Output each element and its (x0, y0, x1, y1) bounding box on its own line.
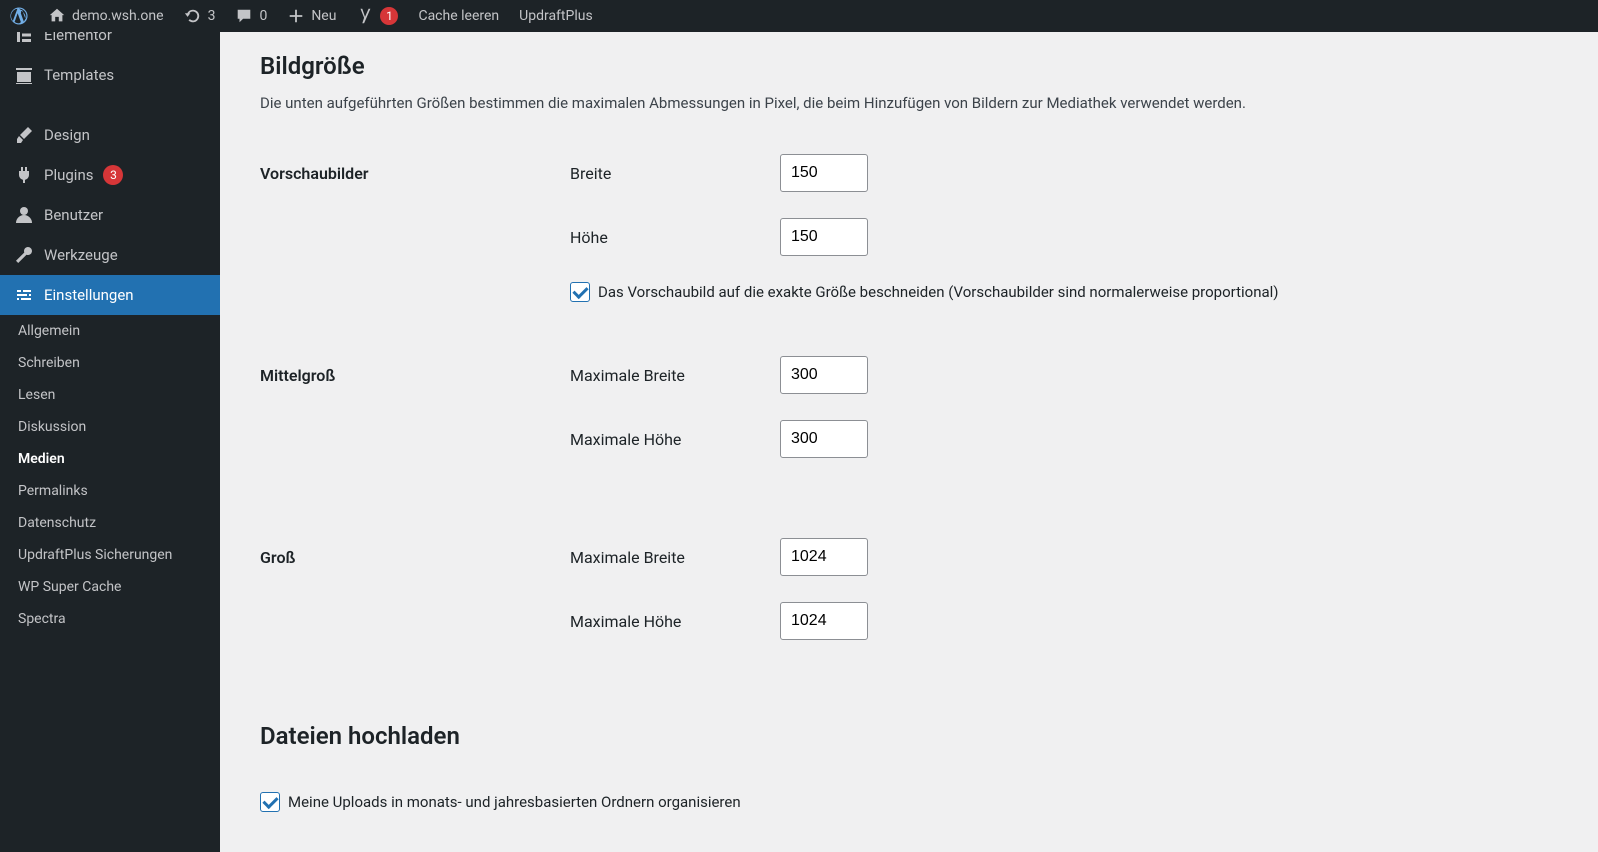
cache-clear-label: Cache leeren (418, 8, 499, 24)
elementor-icon (14, 32, 34, 45)
row-label-thumbnail: Vorschaubilder (260, 146, 570, 348)
label-max-height-large: Maximale Höhe (570, 612, 780, 631)
sidebar-item-label: Benutzer (44, 206, 103, 224)
admin-sidebar: Elementor Templates Design Plugins 3 (0, 32, 220, 852)
site-name: demo.wsh.one (72, 8, 164, 24)
new-link[interactable]: Neu (277, 0, 346, 32)
sidebar-item-label: Templates (44, 66, 114, 84)
plugin-icon (14, 165, 34, 185)
submenu-writing[interactable]: Schreiben (0, 347, 220, 379)
settings-media-content: Bildgröße Die unten aufgeführten Größen … (220, 32, 1598, 852)
sidebar-item-label: Plugins (44, 166, 93, 184)
image-size-description: Die unten aufgeführten Größen bestimmen … (260, 94, 1572, 112)
wrench-icon (14, 245, 34, 265)
comments-link[interactable]: 0 (225, 0, 277, 32)
submenu-spectra[interactable]: Spectra (0, 603, 220, 635)
input-thumb-height[interactable] (780, 218, 868, 256)
row-label-medium: Mittelgroß (260, 348, 570, 530)
heading-upload: Dateien hochladen (260, 722, 1572, 750)
updates-count: 3 (208, 8, 216, 24)
heading-image-size: Bildgröße (260, 52, 1572, 80)
settings-submenu: Allgemein Schreiben Lesen Diskussion Med… (0, 315, 220, 635)
input-thumb-width[interactable] (780, 154, 868, 192)
submenu-updraft[interactable]: UpdraftPlus Sicherungen (0, 539, 220, 571)
brush-icon (14, 125, 34, 145)
label-max-width: Maximale Breite (570, 366, 780, 385)
submenu-media[interactable]: Medien (0, 443, 220, 475)
submenu-supercache[interactable]: WP Super Cache (0, 571, 220, 603)
checkbox-organize-uploads[interactable] (260, 792, 280, 812)
sidebar-item-label: Einstellungen (44, 286, 134, 304)
input-medium-width[interactable] (780, 356, 868, 394)
sidebar-item-tools[interactable]: Werkzeuge (0, 235, 220, 275)
updraft-link[interactable]: UpdraftPlus (509, 0, 603, 32)
sidebar-item-label: Elementor (44, 32, 112, 44)
submenu-permalinks[interactable]: Permalinks (0, 475, 220, 507)
sidebar-item-templates[interactable]: Templates (0, 55, 220, 95)
label-width: Breite (570, 164, 780, 183)
sidebar-item-label: Design (44, 126, 90, 144)
comment-icon (235, 7, 253, 25)
sidebar-item-label: Werkzeuge (44, 246, 118, 264)
comments-count: 0 (259, 8, 267, 24)
templates-icon (14, 65, 34, 85)
cache-clear-link[interactable]: Cache leeren (408, 0, 509, 32)
user-icon (14, 205, 34, 225)
new-label: Neu (311, 8, 336, 24)
submenu-privacy[interactable]: Datenschutz (0, 507, 220, 539)
input-large-height[interactable] (780, 602, 868, 640)
crop-label: Das Vorschaubild auf die exakte Größe be… (598, 283, 1279, 301)
sidebar-item-settings[interactable]: Einstellungen (0, 275, 220, 315)
home-icon (48, 7, 66, 25)
sidebar-item-elementor[interactable]: Elementor (0, 32, 220, 55)
sidebar-item-plugins[interactable]: Plugins 3 (0, 155, 220, 195)
input-medium-height[interactable] (780, 420, 868, 458)
submenu-general[interactable]: Allgemein (0, 315, 220, 347)
yoast-badge: 1 (380, 7, 398, 25)
organize-label: Meine Uploads in monats- und jahresbasie… (288, 793, 741, 811)
label-max-height: Maximale Höhe (570, 430, 780, 449)
wp-logo[interactable] (0, 0, 38, 32)
refresh-icon (184, 7, 202, 25)
site-link[interactable]: demo.wsh.one (38, 0, 174, 32)
row-label-large: Groß (260, 530, 570, 674)
yoast-icon (356, 7, 374, 25)
sidebar-item-design[interactable]: Design (0, 115, 220, 155)
checkbox-crop-thumbnail[interactable] (570, 282, 590, 302)
input-large-width[interactable] (780, 538, 868, 576)
admin-bar: demo.wsh.one 3 0 Neu 1 Cache leeren Updr… (0, 0, 1598, 32)
wordpress-icon (10, 7, 28, 25)
plugins-badge: 3 (103, 165, 123, 185)
yoast-link[interactable]: 1 (346, 0, 408, 32)
sidebar-item-users[interactable]: Benutzer (0, 195, 220, 235)
submenu-discussion[interactable]: Diskussion (0, 411, 220, 443)
plus-icon (287, 7, 305, 25)
sliders-icon (14, 285, 34, 305)
label-max-width-large: Maximale Breite (570, 548, 780, 567)
submenu-reading[interactable]: Lesen (0, 379, 220, 411)
updates-link[interactable]: 3 (174, 0, 226, 32)
updraft-label: UpdraftPlus (519, 8, 593, 24)
label-height: Höhe (570, 228, 780, 247)
